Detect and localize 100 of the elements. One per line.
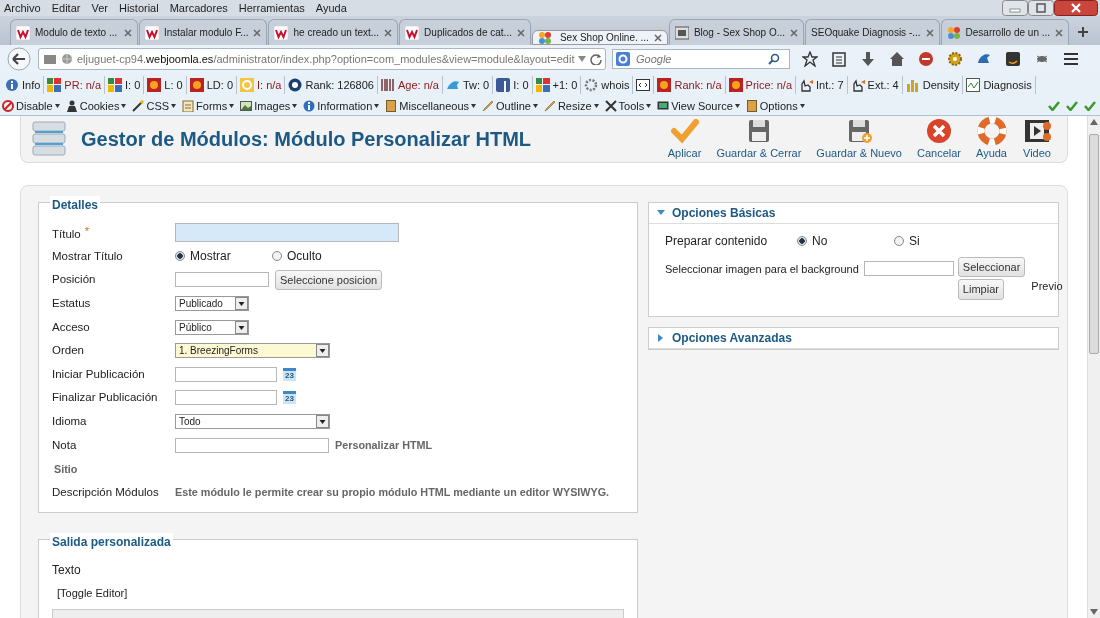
select-field[interactable]: Todo: [175, 414, 330, 430]
menu-item[interactable]: Archivo: [4, 1, 41, 15]
gear-icon[interactable]: [584, 78, 599, 92]
toolbar-menu[interactable]: Images: [254, 97, 291, 115]
radio-option[interactable]: Si: [894, 231, 966, 250]
browser-tab[interactable]: Duplicados de cat...: [399, 19, 531, 45]
menu-item[interactable]: Historial: [118, 1, 159, 15]
menu-icon[interactable]: [1063, 51, 1079, 67]
seo-metric[interactable]: Price: n/a: [745, 76, 792, 94]
calendar-icon[interactable]: 23: [283, 391, 296, 405]
hand-icon[interactable]: [799, 78, 813, 92]
menu-item[interactable]: Ayuda: [315, 1, 347, 15]
calendar-icon[interactable]: 23: [283, 367, 296, 381]
line-chart-icon[interactable]: [966, 78, 981, 92]
seo-metric[interactable]: Rank: n/a: [674, 76, 722, 94]
seo-metric[interactable]: Info: [22, 76, 41, 94]
scrollbar[interactable]: [1087, 116, 1100, 618]
seo-metric[interactable]: Int.: 7: [816, 76, 844, 94]
seo-metric[interactable]: Rank: 126806: [305, 76, 374, 94]
scroll-down-icon[interactable]: [1090, 609, 1098, 615]
toolbar-menu[interactable]: CSS: [146, 97, 170, 115]
seo-metric[interactable]: I: 0: [125, 76, 141, 94]
select-button[interactable]: Seleccionar: [957, 256, 1026, 278]
toolbar-button[interactable]: Aplicar: [662, 116, 707, 162]
search-field[interactable]: Google: [612, 49, 790, 69]
radio-option[interactable]: Oculto: [272, 247, 344, 266]
text-field[interactable]: [175, 437, 329, 453]
seo-metric[interactable]: I: n/a: [257, 76, 282, 94]
browser-tab[interactable]: Blog - Sex Shop O...: [668, 19, 805, 45]
dropdown-icon[interactable]: [578, 56, 587, 62]
accordion-header[interactable]: Opciones Avanzadas: [649, 328, 1058, 349]
squares-icon[interactable]: [108, 78, 123, 92]
toolbar-menu[interactable]: Resize: [557, 97, 592, 115]
select-field[interactable]: 1. BreezingForms: [175, 343, 330, 359]
close-icon[interactable]: [1054, 0, 1098, 16]
gear-icon[interactable]: [947, 51, 963, 67]
browser-tab[interactable]: Desarrollo de un ...: [940, 19, 1070, 45]
toolbar-button[interactable]: Cancelar: [911, 116, 966, 162]
toolbar-menu[interactable]: Outline: [496, 97, 531, 115]
flame-icon[interactable]: [728, 78, 743, 92]
minimize-icon[interactable]: [1002, 0, 1028, 16]
square-icon[interactable]: [496, 78, 511, 92]
text-field[interactable]: [175, 223, 399, 243]
seo-metric[interactable]: LD: 0: [206, 76, 233, 94]
info-icon[interactable]: [5, 78, 19, 92]
date-field[interactable]: [175, 366, 277, 382]
select-field[interactable]: Público: [175, 319, 249, 335]
browser-tab[interactable]: Instalar modulo F...: [139, 19, 268, 45]
seo-metric[interactable]: +1: 0: [552, 76, 578, 94]
image-path-field[interactable]: [863, 260, 954, 276]
maximize-icon[interactable]: [1028, 0, 1054, 16]
seo-metric[interactable]: I: 0: [513, 76, 529, 94]
toolbar-menu[interactable]: Cookies: [79, 97, 120, 115]
toolbar-button[interactable]: Video: [1017, 116, 1057, 162]
clear-button[interactable]: Limpiar: [957, 279, 1004, 300]
flame-icon[interactable]: [147, 78, 162, 92]
toolbar-button[interactable]: Ayuda: [971, 116, 1012, 162]
home-icon[interactable]: [889, 51, 905, 67]
clipboard-icon[interactable]: [831, 51, 847, 67]
seo-metric[interactable]: Age: n/a: [397, 76, 439, 94]
flame-icon[interactable]: [657, 78, 672, 92]
radio-option[interactable]: Mostrar: [175, 247, 247, 266]
stop-sign-icon[interactable]: [918, 51, 934, 67]
new-tab-icon[interactable]: [1078, 27, 1089, 37]
seo-metric[interactable]: PR: n/a: [64, 76, 102, 94]
scroll-thumb[interactable]: [1089, 134, 1099, 354]
scroll-up-icon[interactable]: [1090, 119, 1098, 125]
close-icon[interactable]: [653, 33, 662, 42]
toolbar-button[interactable]: Guardar & Cerrar: [711, 116, 807, 162]
seo-metric[interactable]: whois: [601, 76, 630, 94]
menu-item[interactable]: Ver: [91, 1, 108, 15]
seo-metric[interactable]: L: 0: [164, 76, 183, 94]
toolbar-menu[interactable]: Forms: [196, 97, 228, 115]
menu-item[interactable]: Marcadores: [169, 1, 228, 15]
back-icon[interactable]: [6, 47, 32, 71]
menu-item[interactable]: Editar: [51, 1, 81, 15]
select-field[interactable]: Publicado: [175, 296, 249, 312]
reload-icon[interactable]: [590, 53, 603, 65]
toolbar-menu[interactable]: Options: [759, 97, 798, 115]
barcode-icon[interactable]: [380, 78, 395, 92]
seo-metric[interactable]: Density: [922, 76, 960, 94]
browser-tab[interactable]: Modulo de texto ...: [10, 19, 138, 45]
squares-icon[interactable]: [47, 78, 62, 92]
circle-icon[interactable]: [288, 78, 303, 92]
toolbar-menu[interactable]: Disable: [16, 97, 53, 115]
browser-tab[interactable]: Sex Shop Online. ...: [531, 30, 668, 45]
browser-tab[interactable]: SEOquake Diagnosis -...: [805, 19, 940, 45]
seo-metric[interactable]: Tw: 0: [462, 76, 490, 94]
seo-metric[interactable]: Diagnosis: [983, 76, 1032, 94]
toolbar-menu[interactable]: Information: [317, 97, 373, 115]
bird-icon[interactable]: [445, 78, 460, 92]
download-icon[interactable]: [860, 51, 876, 67]
toolbar-menu[interactable]: Miscellaneous: [399, 97, 470, 115]
toggle-editor-link[interactable]: [Toggle Editor]: [57, 585, 128, 602]
radio-option[interactable]: No: [797, 231, 869, 250]
browser-tab[interactable]: he creado un text...: [268, 19, 399, 45]
star-icon[interactable]: [802, 51, 818, 67]
hand-icon[interactable]: [850, 78, 865, 92]
toolbar-button[interactable]: Guardar & Nuevo: [811, 116, 907, 162]
toolbar-menu[interactable]: Tools: [618, 97, 645, 115]
